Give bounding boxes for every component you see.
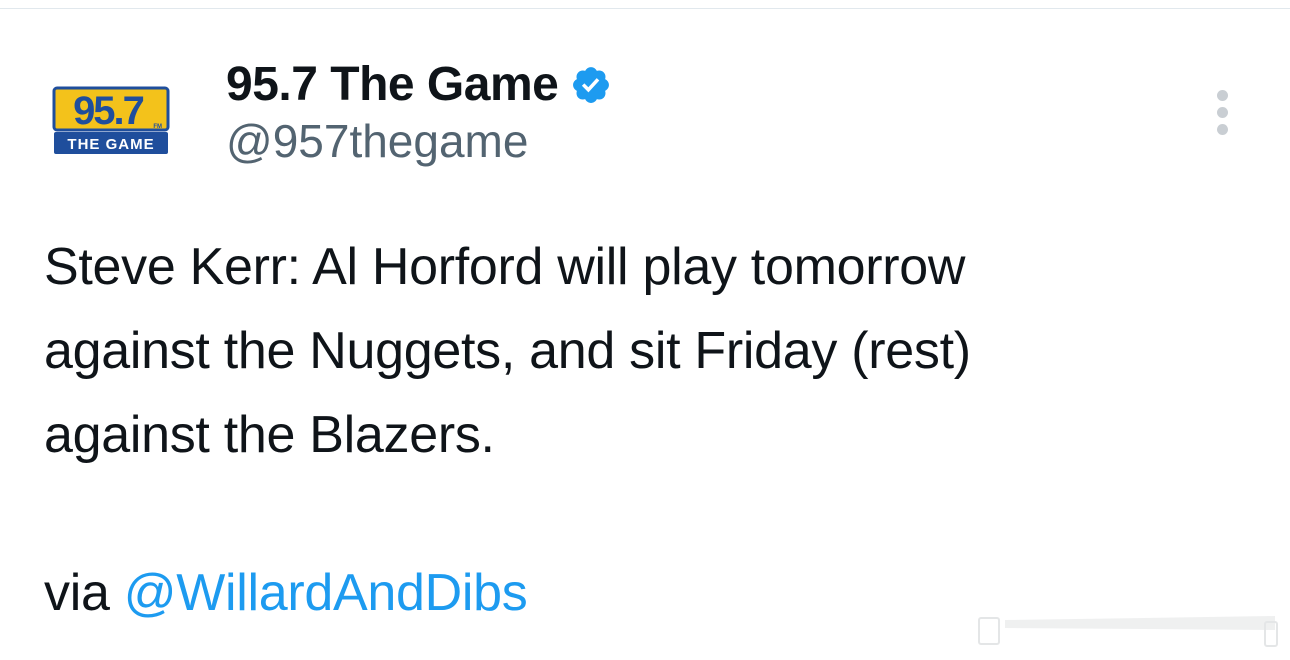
logo-number: 95.7 [73,89,144,133]
logo-text: THE GAME [67,136,154,153]
more-dot [1216,89,1228,101]
more-dot [1216,123,1228,135]
account-handle[interactable]: @957thegame [226,114,612,168]
via-prefix: via [44,564,124,622]
author-block: 95.7 The Game @957thegame [226,54,612,168]
verified-badge-icon [573,67,610,103]
avatar[interactable]: 95.7 THE GAME FM [52,86,172,156]
display-name[interactable]: 95.7 The Game [226,57,559,112]
display-name-row: 95.7 The Game [226,54,612,114]
more-options-icon[interactable] [1202,82,1242,142]
tweet-line: against the Blazers. [44,406,495,464]
tweet-line: against the Nuggets, and sit Friday (res… [44,322,971,380]
watermark-graphic [978,616,1278,647]
via-line: via @WillardAndDibs [44,556,528,630]
tweet-header: 95.7 THE GAME FM 95.7 The Game @957thega… [52,54,1242,184]
more-dot [1216,106,1228,118]
tweet-text: Steve Kerr: Al Horford will play tomorro… [44,225,1244,477]
tweet-line: Steve Kerr: Al Horford will play tomorro… [44,238,966,296]
957-the-game-logo-icon: 95.7 THE GAME FM [52,86,170,154]
logo-fm: FM [153,124,162,130]
tweet-screenshot: 95.7 THE GAME FM 95.7 The Game @957thega… [0,0,1290,660]
top-divider [0,8,1290,9]
mention-link[interactable]: @WillardAndDibs [124,564,528,622]
